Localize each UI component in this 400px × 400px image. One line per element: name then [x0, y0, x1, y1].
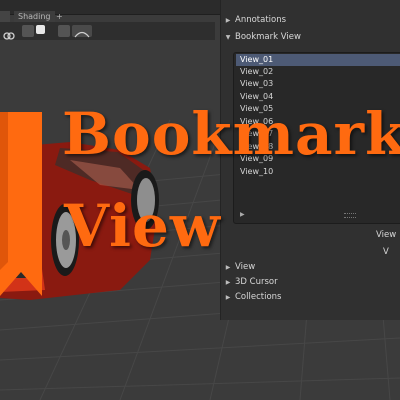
section-view[interactable]: ▶ View — [221, 260, 400, 275]
collapse-triangle-icon: ▶ — [225, 264, 231, 271]
list-item[interactable]: View_02 — [236, 66, 400, 78]
dropdown-button[interactable] — [22, 25, 34, 37]
view-label-right: View — [376, 230, 397, 240]
collapse-triangle-icon: ▶ — [225, 279, 231, 286]
snap-toggle[interactable] — [58, 25, 70, 37]
section-bookmark-view[interactable]: ▼ Bookmark View — [221, 30, 400, 45]
color-swatch[interactable] — [36, 25, 45, 34]
overlay-title-line1: Bookmark — [62, 100, 400, 168]
list-item[interactable]: View_03 — [236, 78, 400, 90]
section-collections[interactable]: ▶ Collections — [221, 290, 400, 305]
list-item[interactable]: View_01 — [236, 54, 400, 66]
section-3d-cursor[interactable]: ▶ 3D Cursor — [221, 275, 400, 290]
resize-handle-icon[interactable] — [344, 213, 356, 218]
expand-triangle-icon: ▼ — [225, 34, 231, 41]
overlay-title-line2: View — [64, 192, 221, 260]
link-icon[interactable] — [3, 26, 15, 45]
collapse-triangle-icon: ▶ — [225, 294, 231, 301]
view-label-clipped: V — [383, 247, 389, 257]
section-annotations[interactable]: ▶ Annotations — [221, 13, 400, 28]
list-expand-icon[interactable]: ▶ — [240, 211, 245, 218]
bookmark-icon — [0, 112, 42, 296]
proportional-edit-icon[interactable] — [72, 25, 92, 38]
collapse-triangle-icon: ▶ — [225, 17, 231, 24]
